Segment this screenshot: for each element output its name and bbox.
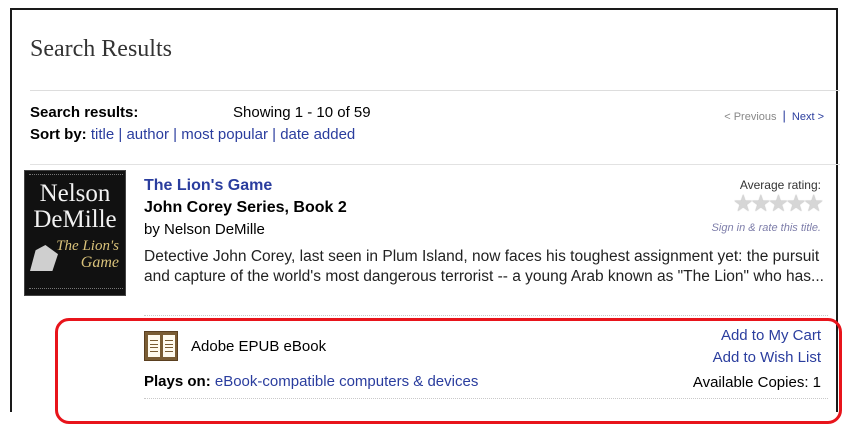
epub-book-icon — [144, 331, 178, 361]
next-page-link[interactable]: Next > — [792, 111, 824, 123]
pager-separator: | — [782, 108, 786, 123]
plays-on: Plays on: eBook-compatible computers & d… — [144, 373, 478, 390]
sort-separator: | — [272, 126, 277, 143]
cover-title-line1: The Lion's — [56, 238, 119, 254]
previous-page-link[interactable]: < Previous — [724, 111, 776, 123]
sort-separator: | — [118, 126, 123, 143]
cover-author-line1: Nelson — [39, 180, 111, 207]
add-to-wishlist-link[interactable]: Add to Wish List — [713, 349, 821, 366]
sort-by-date-link[interactable]: date added — [280, 126, 355, 143]
sort-by-popular-link[interactable]: most popular — [181, 126, 268, 143]
book-title-link[interactable]: The Lion's Game — [144, 177, 272, 195]
sign-in-rate-link[interactable]: Sign in & rate this title. — [712, 222, 821, 234]
book-cover-image[interactable]: Nelson DeMille The Lion's Game — [24, 170, 126, 296]
results-label: Search results: — [30, 104, 139, 121]
sort-label: Sort by: — [30, 126, 87, 143]
cover-bottom-text — [29, 288, 123, 289]
available-copies: Available Copies: 1 — [692, 374, 821, 391]
sort-divider — [30, 164, 840, 165]
rating-stars-icon: ★★★★★ — [732, 190, 824, 216]
add-to-cart-link[interactable]: Add to My Cart — [721, 327, 821, 344]
title-divider — [30, 90, 840, 91]
pager: < Previous | Next > — [724, 108, 824, 123]
page-title: Search Results — [30, 36, 172, 62]
sort-bar: Sort by: title | author | most popular |… — [30, 126, 355, 143]
sort-separator: | — [173, 126, 178, 143]
book-description: Detective John Corey, last seen in Plum … — [144, 248, 824, 285]
description-divider — [144, 315, 828, 316]
results-count: Showing 1 - 10 of 59 — [233, 104, 371, 121]
sort-by-author-link[interactable]: author — [126, 126, 169, 143]
format-label: Adobe EPUB eBook — [191, 338, 327, 355]
compatible-devices-link[interactable]: eBook-compatible computers & devices — [215, 373, 478, 390]
item-divider — [144, 398, 828, 399]
book-author: by Nelson DeMille — [144, 221, 265, 238]
sort-by-title-link[interactable]: title — [91, 126, 114, 143]
results-summary: Search results: Showing 1 - 10 of 59 — [30, 104, 371, 121]
cover-title-line2: Game — [80, 254, 119, 271]
cover-author-line2: DeMille — [33, 206, 117, 233]
lion-icon — [30, 245, 58, 271]
book-series: John Corey Series, Book 2 — [144, 199, 347, 216]
plays-on-label: Plays on: — [144, 373, 211, 390]
